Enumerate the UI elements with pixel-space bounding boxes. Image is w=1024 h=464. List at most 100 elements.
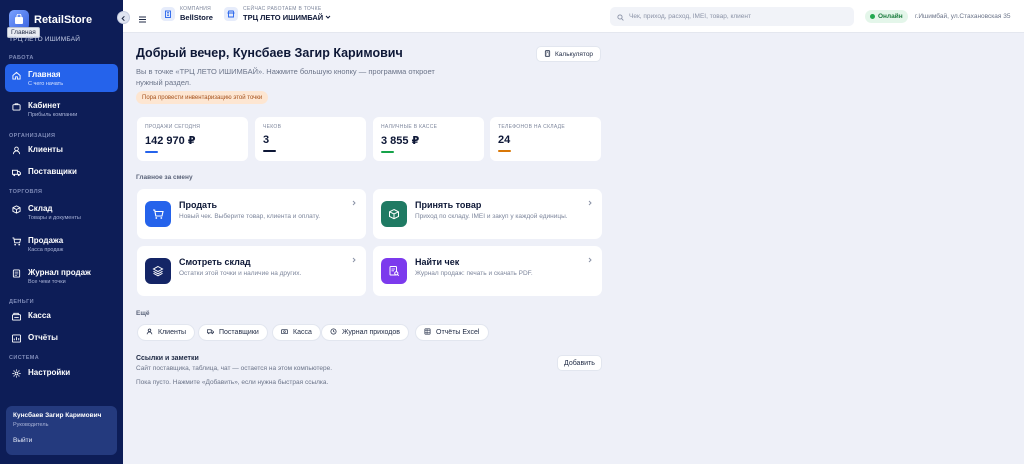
stat-card-sales: ПРОДАЖИ СЕГОДНЯ 142 970 ₽ <box>137 117 248 161</box>
search-box[interactable] <box>610 7 854 26</box>
sidebar-item-label: Кабинет <box>28 101 61 110</box>
section-label-org: ОРГАНИЗАЦИЯ <box>9 133 56 139</box>
notes-subtitle: Сайт поставщика, таблица, чат — остается… <box>136 365 333 372</box>
chip-label: Журнал приходов <box>342 329 400 336</box>
sidebar-item-label: Касса <box>28 311 51 320</box>
sidebar-item-label: Клиенты <box>28 145 63 154</box>
inventory-warning-badge[interactable]: Пора провести инвентаризацию этой точки <box>136 91 269 104</box>
chip-receipts-journal[interactable]: Журнал приходов <box>321 324 409 341</box>
sidebar-item-label: Отчёты <box>28 333 58 342</box>
page-title: Добрый вечер, Кунсбаев Загир Каримович <box>136 46 403 60</box>
stat-value: 3 855 ₽ <box>381 135 420 147</box>
action-title: Продать <box>179 200 218 210</box>
online-dot-icon <box>870 14 875 19</box>
sidebar-item-reports[interactable]: Отчёты <box>5 333 118 343</box>
building-icon <box>161 7 175 21</box>
stat-bar <box>145 151 158 153</box>
calculator-button[interactable]: Калькулятор <box>536 46 602 62</box>
sidebar-item-cash[interactable]: Касса <box>5 311 118 321</box>
action-title: Смотреть склад <box>179 257 251 267</box>
sidebar-item-label: Журнал продаж <box>28 268 91 277</box>
gear-icon <box>12 369 21 378</box>
topbar: КОМПАНИЯ BellStore СЕЙЧАС РАБОТАЕМ В ТОЧ… <box>123 0 1024 33</box>
sidebar-item-settings[interactable]: Настройки <box>5 368 118 378</box>
sidebar-item-warehouse[interactable]: Склад Товары и документы <box>5 204 118 221</box>
notes-title: Ссылки и заметки <box>136 355 199 362</box>
search-icon <box>617 8 629 26</box>
sidebar-item-journal[interactable]: Журнал продаж Все чеки точки <box>5 268 118 285</box>
action-subtitle: Приход по складу. IMEI и закуп у каждой … <box>415 213 568 220</box>
notes-empty-text: Пока пусто. Нажмите «Добавить», если нуж… <box>136 379 329 386</box>
stat-label: ПРОДАЖИ СЕГОДНЯ <box>145 124 201 130</box>
stat-label: ЧЕКОВ <box>263 124 282 130</box>
status-label: Онлайн <box>878 13 903 20</box>
sidebar-item-suppliers[interactable]: Поставщики <box>5 167 118 177</box>
chip-label: Поставщики <box>219 329 259 336</box>
main-content: Добрый вечер, Кунсбаев Загир Каримович К… <box>123 33 1024 464</box>
point-selector[interactable]: СЕЙЧАС РАБОТАЕМ В ТОЧКЕ ТРЦ ЛЕТО ИШИМБАЙ <box>224 6 331 22</box>
receipt-search-icon <box>381 258 407 284</box>
stat-bar <box>263 150 276 152</box>
user-icon <box>146 328 158 337</box>
receipt-icon <box>12 269 21 278</box>
stat-card-receipts: ЧЕКОВ 3 <box>255 117 366 161</box>
cart-icon <box>12 237 21 246</box>
sidebar-item-sub: Все чеки точки <box>28 279 66 285</box>
shift-section-label: Главное за смену <box>136 174 193 181</box>
action-card-receive[interactable]: Принять товар Приход по складу. IMEI и з… <box>373 189 602 239</box>
box-icon <box>12 205 21 214</box>
store-icon <box>224 7 238 21</box>
sidebar-item-clients[interactable]: Клиенты <box>5 145 118 155</box>
chip-label: Отчёты Excel <box>436 329 480 336</box>
spreadsheet-icon <box>424 328 436 337</box>
collapse-sidebar-button[interactable] <box>117 11 130 24</box>
chip-suppliers[interactable]: Поставщики <box>198 324 268 341</box>
point-label: СЕЙЧАС РАБОТАЕМ В ТОЧКЕ <box>243 6 322 12</box>
stat-value: 142 970 ₽ <box>145 135 196 147</box>
user-card: Кунсбаев Загир Каримович Руководитель Вы… <box>6 406 117 455</box>
chip-label: Клиенты <box>158 329 187 336</box>
calculator-icon <box>544 49 555 59</box>
more-section-label: Ещё <box>136 310 150 317</box>
chevron-down-icon <box>323 13 331 22</box>
briefcase-icon <box>12 102 21 111</box>
store-name: ТРЦ ЛЕТО ИШИМБАЙ <box>9 36 81 43</box>
chip-cash[interactable]: Касса <box>272 324 321 341</box>
sidebar-item-label: Поставщики <box>28 167 77 176</box>
menu-button[interactable] <box>138 11 147 23</box>
user-name: Кунсбаев Загир Каримович <box>13 412 102 419</box>
action-card-sell[interactable]: Продать Новый чек. Выберите товар, клиен… <box>137 189 366 239</box>
action-subtitle: Новый чек. Выберите товар, клиента и опл… <box>179 213 321 220</box>
cart-icon <box>145 201 171 227</box>
search-input[interactable] <box>629 13 849 20</box>
home-icon <box>12 71 21 80</box>
company-selector[interactable]: КОМПАНИЯ BellStore <box>161 6 213 22</box>
add-note-button[interactable]: Добавить <box>557 355 602 371</box>
chip-excel-reports[interactable]: Отчёты Excel <box>415 324 489 341</box>
action-subtitle: Остатки этой точки и наличие на других. <box>179 270 302 277</box>
stat-label: НАЛИЧНЫЕ В КАССЕ <box>381 124 438 130</box>
status-badge: Онлайн <box>865 10 908 23</box>
sidebar-item-sub: Товары и документы <box>28 215 81 221</box>
store-address: г.Ишимбай, ул.Стахановская 35 <box>915 13 1011 20</box>
stat-bar <box>381 151 394 153</box>
sidebar-item-label: Главная <box>28 70 61 79</box>
action-card-warehouse[interactable]: Смотреть склад Остатки этой точки и нали… <box>137 246 366 296</box>
cash-icon <box>281 328 293 337</box>
action-title: Найти чек <box>415 257 460 267</box>
sidebar-item-cabinet[interactable]: Кабинет Прибыль компании <box>5 101 118 118</box>
chip-clients[interactable]: Клиенты <box>137 324 196 341</box>
section-label-trade: ТОРГОВЛЯ <box>9 189 43 195</box>
section-label-system: СИСТЕМА <box>9 355 40 361</box>
sidebar-item-sub: Касса продаж <box>28 247 64 253</box>
action-title: Принять товар <box>415 200 482 210</box>
chart-icon <box>12 334 21 343</box>
intro-text: Вы в точке «ТРЦ ЛЕТО ИШИМБАЙ». Нажмите б… <box>136 67 435 87</box>
sidebar-item-sales[interactable]: Продажа Касса продаж <box>5 236 118 253</box>
action-card-find-receipt[interactable]: Найти чек Журнал продаж: печать и скачат… <box>373 246 602 296</box>
sidebar-item-home[interactable]: Главная С чего начать <box>5 64 118 92</box>
cash-register-icon <box>12 312 21 321</box>
sidebar-item-label: Настройки <box>28 368 71 377</box>
logout-link[interactable]: Выйти <box>13 437 110 444</box>
stat-bar <box>498 150 511 152</box>
